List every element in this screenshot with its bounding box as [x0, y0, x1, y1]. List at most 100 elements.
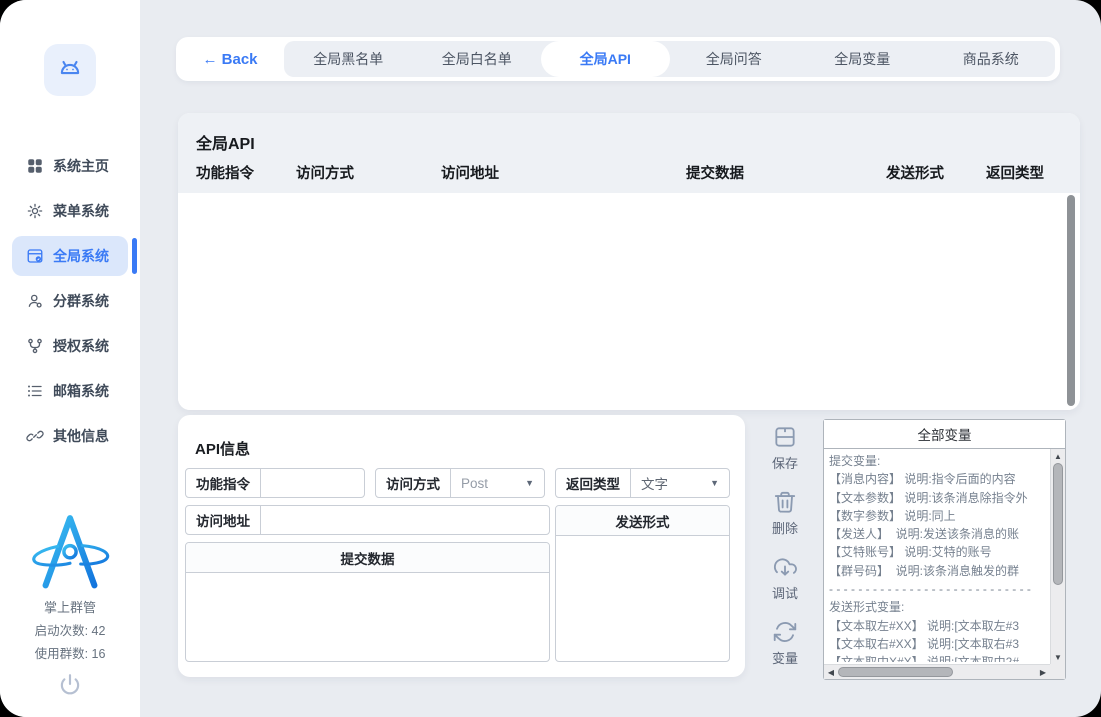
delete-button[interactable]: 删除: [772, 489, 798, 537]
scroll-left-arrow-icon[interactable]: ◀: [824, 665, 838, 679]
tab-product[interactable]: 商品系统: [927, 41, 1056, 77]
sidebar-item-label: 系统主页: [53, 156, 109, 176]
address-label: 访问地址: [186, 506, 261, 534]
column-header: 访问方式: [296, 162, 441, 183]
method-field-group: 访问方式 Post ▼: [375, 468, 545, 498]
send-format-label: 发送形式: [556, 506, 729, 536]
sidebar-item-label: 分群系统: [53, 291, 109, 311]
command-field-group: 功能指令: [185, 468, 365, 498]
variable-line: 【发送人】 说明:发送该条消息的账: [829, 525, 1048, 543]
method-label: 访问方式: [376, 469, 451, 497]
sidebar-item-other[interactable]: 其他信息: [12, 416, 128, 456]
table-scrollbar[interactable]: [1067, 195, 1075, 406]
cloud-download-icon: [772, 554, 798, 580]
global-api-table-panel: 全局API 功能指令访问方式访问地址提交数据发送形式返回类型: [178, 113, 1080, 410]
sidebar-menu: 系统主页菜单系统全局系统分群系统授权系统邮箱系统其他信息: [0, 146, 140, 461]
variable-line: 【群号码】 说明:该条消息触发的群: [829, 562, 1048, 580]
vertical-scrollbar[interactable]: ▲ ▼: [1050, 449, 1065, 664]
action-buttons: 保存删除调试变量: [755, 424, 815, 667]
command-input[interactable]: [261, 469, 364, 497]
vertical-scroll-thumb[interactable]: [1053, 463, 1063, 585]
gear-icon: [26, 202, 44, 220]
variable-line: 【消息内容】 说明:指令后面的内容: [829, 470, 1048, 488]
sidebar-item-home[interactable]: 系统主页: [12, 146, 128, 186]
sidebar: 系统主页菜单系统全局系统分群系统授权系统邮箱系统其他信息 掌上群管 启动次数: …: [0, 0, 140, 717]
horizontal-scroll-thumb[interactable]: [838, 667, 953, 677]
app-logo: [44, 44, 96, 96]
post-data-label: 提交数据: [186, 543, 549, 573]
sidebar-item-label: 邮箱系统: [53, 381, 109, 401]
send-format-box: 发送形式: [555, 505, 730, 662]
method-select[interactable]: Post ▼: [451, 469, 544, 497]
list-icon: [26, 382, 44, 400]
sidebar-item-global[interactable]: 全局系统: [12, 236, 128, 276]
return-type-select-value: 文字: [641, 473, 668, 493]
sync-icon: [772, 619, 798, 645]
sidebar-item-menu[interactable]: 菜单系统: [12, 191, 128, 231]
variables-panel-title: 全部变量: [824, 420, 1065, 449]
scrollbar-corner: [1050, 664, 1065, 679]
post-data-textarea[interactable]: [186, 573, 549, 661]
sidebar-item-auth[interactable]: 授权系统: [12, 326, 128, 366]
sidebar-footer: 掌上群管 启动次数: 42 使用群数: 16: [0, 509, 140, 703]
post-data-box: 提交数据: [185, 542, 550, 662]
return-type-field-group: 返回类型 文字 ▼: [555, 468, 730, 498]
back-button[interactable]: ← Back: [176, 37, 284, 81]
tab-bar: ← Back 全局黑名单全局白名单全局API全局问答全局变量商品系统: [176, 37, 1060, 81]
column-header: 发送形式: [886, 162, 986, 183]
sidebar-item-label: 菜单系统: [53, 201, 109, 221]
app-name: 掌上群管: [0, 597, 140, 616]
tab-whitelist[interactable]: 全局白名单: [413, 41, 542, 77]
sidebar-item-label: 其他信息: [53, 426, 109, 446]
chevron-down-icon: ▼: [525, 478, 534, 488]
address-input[interactable]: [261, 506, 549, 534]
variable-line: 【文本取右#XX】 说明:[文本取右#3: [829, 635, 1048, 653]
sidebar-item-label: 全局系统: [53, 246, 109, 266]
column-header: 提交数据: [686, 162, 886, 183]
sidebar-item-group[interactable]: 分群系统: [12, 281, 128, 321]
command-label: 功能指令: [186, 469, 261, 497]
variable-line: - - - - - - - - - - - - - - - - - - - - …: [829, 580, 1048, 598]
user-icon: [26, 292, 44, 310]
return-type-label: 返回类型: [556, 469, 631, 497]
table-header: 全局API 功能指令访问方式访问地址提交数据发送形式返回类型: [178, 113, 1080, 193]
variable-line: 【文本参数】 说明:该条消息除指令外: [829, 489, 1048, 507]
api-info-panel: API信息 功能指令 访问方式 Post ▼ 返回类型 文字 ▼: [178, 415, 745, 677]
variable-line: 发送形式变量:: [829, 598, 1048, 616]
android-icon: [55, 53, 85, 88]
scroll-down-arrow-icon[interactable]: ▼: [1051, 650, 1065, 664]
link-icon: [26, 427, 44, 445]
method-select-value: Post: [461, 476, 488, 491]
trash-icon: [772, 489, 798, 515]
action-label: 删除: [772, 518, 798, 537]
table-body: [178, 193, 1080, 410]
save-button[interactable]: 保存: [772, 424, 798, 472]
horizontal-scrollbar[interactable]: ◀ ▶: [824, 664, 1050, 679]
scroll-right-arrow-icon[interactable]: ▶: [1036, 665, 1050, 679]
scroll-up-arrow-icon[interactable]: ▲: [1051, 449, 1065, 463]
return-type-select[interactable]: 文字 ▼: [631, 469, 729, 497]
debug-button[interactable]: 调试: [772, 554, 798, 602]
branch-icon: [26, 337, 44, 355]
sidebar-item-label: 授权系统: [53, 336, 109, 356]
column-header: 返回类型: [986, 162, 1076, 183]
app-window: 系统主页菜单系统全局系统分群系统授权系统邮箱系统其他信息 掌上群管 启动次数: …: [0, 0, 1101, 717]
main-area: ← Back 全局黑名单全局白名单全局API全局问答全局变量商品系统 全局API…: [140, 0, 1101, 717]
brand-a-logo: [24, 509, 116, 593]
action-label: 变量: [772, 648, 798, 667]
tab-qa[interactable]: 全局问答: [670, 41, 799, 77]
power-button[interactable]: [0, 672, 140, 703]
variables-panel-body: 提交变量:【消息内容】 说明:指令后面的内容【文本参数】 说明:该条消息除指令外…: [824, 449, 1065, 679]
sidebar-item-mail[interactable]: 邮箱系统: [12, 371, 128, 411]
variable-line: 【文本取左#XX】 说明:[文本取左#3: [829, 617, 1048, 635]
window-edit-icon: [26, 247, 44, 265]
tab-vars[interactable]: 全局变量: [798, 41, 927, 77]
action-label: 调试: [772, 583, 798, 602]
send-format-textarea[interactable]: [556, 536, 729, 661]
all-variables-panel: 全部变量 提交变量:【消息内容】 说明:指令后面的内容【文本参数】 说明:该条消…: [823, 419, 1066, 680]
table-column-headers: 功能指令访问方式访问地址提交数据发送形式返回类型: [196, 162, 1070, 183]
tab-blacklist[interactable]: 全局黑名单: [284, 41, 413, 77]
column-header: 访问地址: [441, 162, 686, 183]
variables-button[interactable]: 变量: [772, 619, 798, 667]
tab-api[interactable]: 全局API: [541, 41, 670, 77]
